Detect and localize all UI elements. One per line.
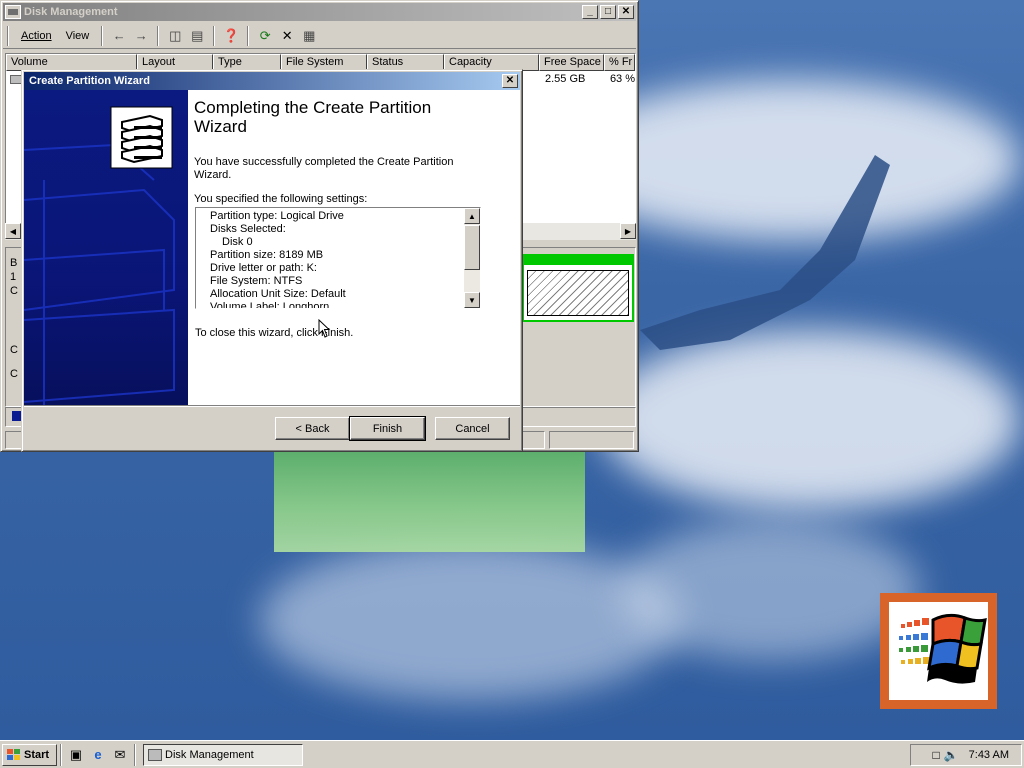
- start-label: Start: [24, 748, 50, 761]
- wizard-titlebar[interactable]: Create Partition Wizard ✕: [24, 72, 520, 90]
- menu-action[interactable]: Action: [14, 28, 59, 44]
- disk-management-title: Disk Management: [24, 6, 118, 18]
- volume-tray-icon[interactable]: 🔈: [944, 748, 959, 762]
- settings-icon[interactable]: ▦: [299, 26, 319, 46]
- disk-label-char: C: [10, 344, 18, 356]
- folder-up-icon[interactable]: ◫: [165, 26, 185, 46]
- windows-flag-icon: [899, 613, 987, 684]
- disk-label-char: C: [10, 368, 18, 380]
- setting-line: Partition size: 8189 MB: [210, 249, 324, 261]
- finish-button[interactable]: Finish: [349, 416, 426, 441]
- wizard-side-banner: [24, 90, 188, 405]
- clock[interactable]: 7:43 AM: [969, 749, 1009, 761]
- setting-line: File System: NTFS: [210, 275, 303, 287]
- wizard-close-button[interactable]: ✕: [502, 74, 518, 88]
- refresh-icon[interactable]: ⟳: [255, 26, 275, 46]
- setting-line: Drive letter or path: K:: [210, 262, 317, 274]
- windows-logo: [880, 593, 997, 709]
- menu-view[interactable]: View: [59, 28, 97, 44]
- setting-line: Volume Label: Longhorn: [210, 301, 330, 309]
- col-pct-free[interactable]: % Fr: [604, 54, 635, 71]
- disk-label-char: 1: [10, 271, 17, 283]
- setting-line: Allocation Unit Size: Default: [210, 288, 346, 300]
- disk-management-icon: [5, 5, 21, 19]
- disk-management-icon: [148, 748, 162, 761]
- cancel-button[interactable]: Cancel: [435, 417, 510, 440]
- minimize-button[interactable]: _: [582, 5, 598, 19]
- setting-line: Disk 0: [222, 236, 253, 248]
- taskbar: Start ▣ e ✉ Disk Management □ 🔈 7:43 AM: [0, 740, 1024, 768]
- settings-vertical-scrollbar[interactable]: ▲ ▼: [464, 208, 480, 308]
- setting-line: Disks Selected:: [210, 223, 286, 235]
- taskbar-disk-management[interactable]: Disk Management: [143, 743, 303, 766]
- disk-management-titlebar[interactable]: Disk Management _ □ ✕: [3, 3, 636, 21]
- disk-label-char: C: [10, 285, 18, 297]
- close-button[interactable]: ✕: [618, 5, 634, 19]
- wizard-body: Completing the Create Partition Wizard Y…: [24, 90, 520, 405]
- delete-icon[interactable]: ✕: [277, 26, 297, 46]
- scroll-right-button[interactable]: ▶: [620, 223, 636, 239]
- cell-free-space: 2.55 GB: [544, 73, 586, 85]
- network-tray-icon[interactable]: □: [932, 748, 939, 762]
- drive-stack-icon: [121, 114, 163, 164]
- create-partition-wizard: Create Partition Wizard ✕ Completing the…: [21, 69, 523, 452]
- internet-explorer-icon[interactable]: e: [87, 744, 109, 766]
- scroll-up-button[interactable]: ▲: [464, 208, 480, 224]
- back-button[interactable]: < Back: [275, 417, 350, 440]
- back-arrow-icon[interactable]: ←: [109, 26, 129, 46]
- maximize-button[interactable]: □: [600, 5, 616, 19]
- windows-flag-icon: [7, 748, 20, 760]
- scroll-left-button[interactable]: ◀: [5, 223, 21, 239]
- system-tray: □ 🔈 7:43 AM: [910, 744, 1022, 766]
- menu-toolbar: Action View ← → ◫ ▤ ❓ ⟳ ✕ ▦: [3, 23, 636, 49]
- scroll-thumb[interactable]: [464, 225, 480, 270]
- setting-line: Partition type: Logical Drive: [210, 210, 344, 222]
- start-button[interactable]: Start: [2, 743, 57, 766]
- wizard-settings-intro: You specified the following settings:: [194, 193, 368, 205]
- properties-icon[interactable]: ▤: [187, 26, 207, 46]
- wizard-success-text: You have successfully completed the Crea…: [194, 156, 454, 181]
- wizard-title: Create Partition Wizard: [29, 75, 150, 87]
- col-free-space[interactable]: Free Space: [539, 54, 604, 71]
- taskbar-task-label: Disk Management: [165, 748, 254, 761]
- wizard-heading: Completing the Create Partition Wizard: [194, 98, 432, 136]
- cell-pct-free: 63 %: [609, 73, 636, 85]
- help-icon[interactable]: ❓: [221, 26, 241, 46]
- show-desktop-icon[interactable]: ▣: [65, 744, 87, 766]
- partition-block[interactable]: [522, 254, 634, 322]
- wizard-button-separator: [24, 405, 520, 407]
- scroll-down-button[interactable]: ▼: [464, 292, 480, 308]
- desktop-graphic: [274, 452, 585, 552]
- mouse-cursor-icon: [318, 319, 331, 338]
- diver-silhouette: [640, 155, 890, 350]
- forward-arrow-icon[interactable]: →: [131, 26, 151, 46]
- settings-summary-box[interactable]: Partition type: Logical Drive Disks Sele…: [195, 207, 481, 309]
- disk-label-char: B: [10, 257, 18, 269]
- outlook-icon[interactable]: ✉: [109, 744, 131, 766]
